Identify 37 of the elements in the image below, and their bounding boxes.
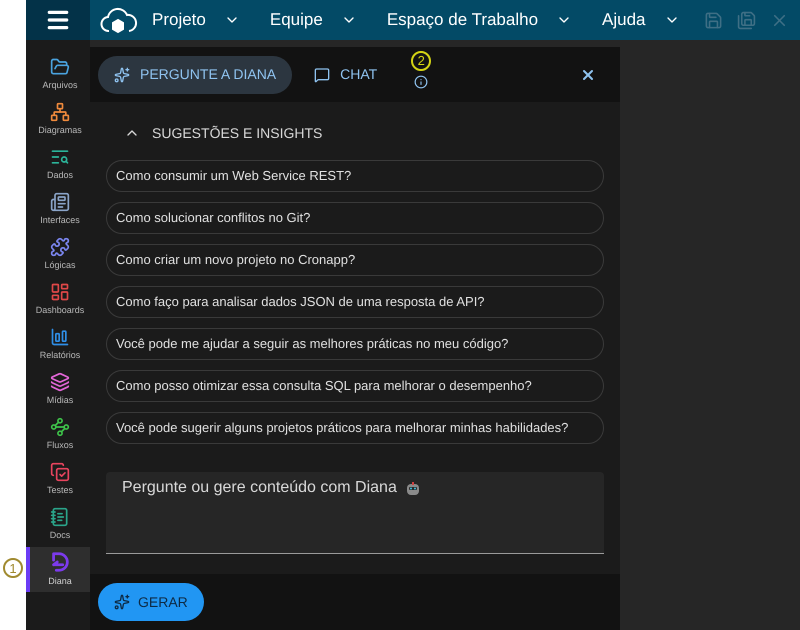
- suggestion-chip[interactable]: Você pode sugerir alguns projetos práticos para melhorar minhas habilidades?: [106, 412, 604, 444]
- callout-marker: 1: [3, 558, 23, 578]
- generate-button[interactable]: GERAR: [98, 583, 204, 621]
- section-header[interactable]: SUGESTÕES E INSIGHTS: [124, 118, 604, 148]
- chat-bubble-icon: [314, 66, 330, 82]
- sidebar-item[interactable]: Interfaces: [26, 187, 90, 232]
- cloud-logo-icon: [100, 6, 138, 34]
- menu-button[interactable]: [26, 0, 90, 40]
- tab[interactable]: PERGUNTE A DIANA: [98, 56, 292, 94]
- menu-item[interactable]: Equipe: [270, 7, 357, 33]
- tab[interactable]: CHAT: [298, 56, 394, 94]
- sidebar-item[interactable]: Relatórios: [26, 322, 90, 367]
- sidebar-item[interactable]: Docs: [26, 502, 90, 547]
- suggestion-chip[interactable]: Você pode me ajudar a seguir as melhores práticas no meu código?: [106, 328, 604, 360]
- callout-marker: 2: [411, 50, 432, 70]
- menu-item[interactable]: Projeto: [152, 7, 240, 33]
- suggestion-chip[interactable]: Como solucionar conflitos no Git?: [106, 202, 604, 234]
- sidebar-item[interactable]: Lógicas: [26, 232, 90, 277]
- sidebar-item[interactable]: Arquivos: [26, 52, 90, 97]
- suggestion-chip[interactable]: Como criar um novo projeto no Cronapp?: [106, 244, 604, 276]
- info-icon[interactable]: [414, 74, 428, 88]
- sidebar-item[interactable]: Mídias: [26, 367, 90, 412]
- sidebar-item[interactable]: Fluxos: [26, 412, 90, 457]
- sparkles-icon: [114, 594, 130, 610]
- sidebar-item[interactable]: Dados: [26, 142, 90, 187]
- sidebar-item[interactable]: Diagramas: [26, 97, 90, 142]
- diana-logo-icon: [49, 550, 71, 573]
- sparkles-icon: [114, 66, 130, 82]
- suggestion-chip[interactable]: Como posso otimizar essa consulta SQL para melhorar o desempenho?: [106, 370, 604, 402]
- sidebar-item[interactable]: Testes: [26, 457, 90, 502]
- menu-item[interactable]: Ajuda: [602, 7, 680, 33]
- menu-item[interactable]: Espaço de Trabalho: [386, 7, 572, 33]
- sidebar-item[interactable]: Diana: [26, 547, 90, 592]
- suggestion-chip[interactable]: Como consumir um Web Service REST?: [106, 160, 604, 192]
- sidebar-item[interactable]: Dashboards: [26, 277, 90, 322]
- suggestion-chip[interactable]: Como faço para analisar dados JSON de uma resposta de API?: [106, 286, 604, 318]
- prompt-field[interactable]: Pergunte ou gere conteúdo com Diana: [106, 472, 604, 554]
